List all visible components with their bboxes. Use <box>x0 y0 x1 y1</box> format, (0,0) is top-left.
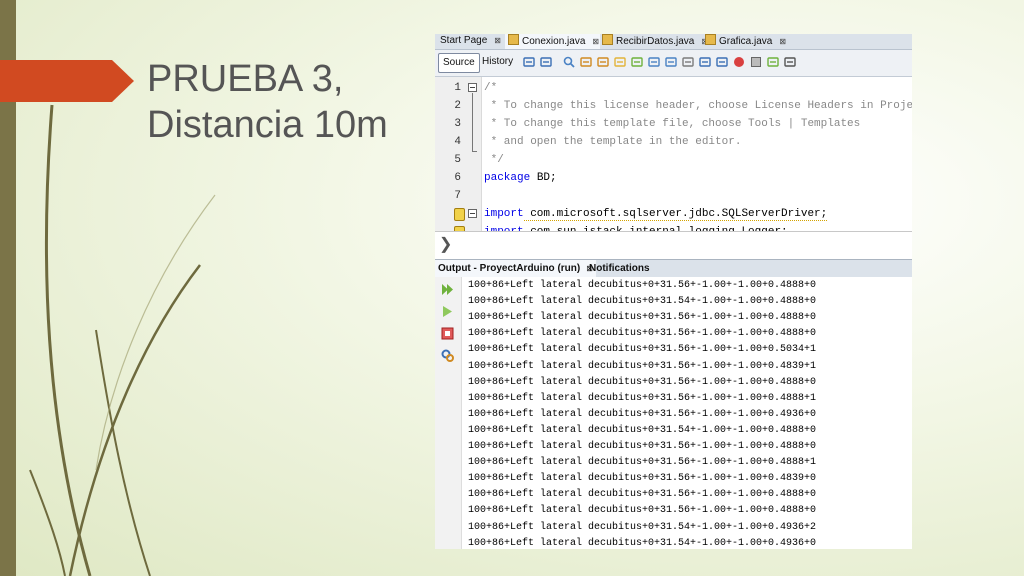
tab-notifications[interactable]: Notifications <box>586 260 653 277</box>
history-view-button[interactable]: History <box>478 53 517 71</box>
find-icon[interactable] <box>563 56 575 68</box>
settings-icon[interactable] <box>441 349 454 362</box>
back-icon[interactable] <box>523 56 535 68</box>
fold-toggle-icon[interactable] <box>468 83 477 92</box>
find-next-icon[interactable] <box>597 56 609 68</box>
tab-label: Conexion.java <box>522 36 586 47</box>
tab-conexion-java[interactable]: Conexion.java ⊠ <box>505 34 600 49</box>
code-line: 6 package BD; <box>435 169 912 187</box>
editor-toolbar: Source History <box>435 50 912 77</box>
code-line: 8import com.microsoft.sqlserver.jdbc.SQL… <box>435 205 912 223</box>
output-line: 100+86+Left lateral decubitus+0+31.54+-1… <box>468 521 817 533</box>
output-line: 100+86+Left lateral decubitus+0+31.56+-1… <box>468 360 817 372</box>
output-line: 100+86+Left lateral decubitus+0+31.56+-1… <box>468 392 817 404</box>
code-text: /* <box>484 82 498 94</box>
output-line: 100+86+Left lateral decubitus+0+31.56+-1… <box>468 312 817 324</box>
line-number: 4 <box>454 136 461 148</box>
output-line: 100+86+Left lateral decubitus+0+31.56+-1… <box>468 344 817 356</box>
code-text: */ <box>484 154 504 166</box>
comment-icon[interactable] <box>767 56 779 68</box>
find-prev-icon[interactable] <box>580 56 592 68</box>
code-text: package BD; <box>484 172 557 184</box>
java-file-icon <box>705 34 716 45</box>
output-console[interactable]: 100+86+Left lateral decubitus+0+31.56+-1… <box>462 277 912 549</box>
output-line: 100+86+Left lateral decubitus+0+31.56+-1… <box>468 328 817 340</box>
tab-grafica-java[interactable]: Grafica.java ⊠ <box>702 34 787 49</box>
code-editor[interactable]: 1 /* 2 * To change this license header, ch… <box>435 77 912 231</box>
shift-left-icon[interactable] <box>699 56 711 68</box>
java-file-icon <box>508 34 519 45</box>
chevron-right-icon[interactable]: ❯ <box>439 234 452 254</box>
navigator-strip: ❯ <box>435 231 912 260</box>
stop-icon[interactable] <box>441 327 454 340</box>
line-number: 2 <box>454 100 461 112</box>
code-line: 2 * To change this license header, choos… <box>435 97 912 115</box>
output-line: 100+86+Left lateral decubitus+0+31.56+-1… <box>468 280 817 291</box>
shift-right-icon[interactable] <box>716 56 728 68</box>
line-number: 3 <box>454 118 461 130</box>
output-line: 100+86+Left lateral decubitus+0+31.56+-1… <box>468 441 817 452</box>
code-text: * and open the template in the editor. <box>484 136 742 148</box>
tab-label: Start Page <box>440 35 488 46</box>
ide-window: Start Page ⊠ Conexion.java ⊠ RecibirDatos.… <box>435 34 912 549</box>
java-file-icon <box>602 34 613 45</box>
output-line: 100+86+Left lateral decubitus+0+31.56+-1… <box>468 489 817 501</box>
forward-icon[interactable] <box>540 56 552 68</box>
tab-close-icon[interactable]: ⊠ <box>494 36 501 45</box>
document-tab-bar: Start Page ⊠ Conexion.java ⊠ RecibirDatos.… <box>435 34 912 50</box>
warning-hint-icon[interactable] <box>454 208 465 221</box>
prev-bookmark-icon[interactable] <box>648 56 660 68</box>
output-side-toolbar <box>435 277 462 549</box>
code-line: 1 /* <box>435 79 912 97</box>
output-line: 100+86+Left lateral decubitus+0+31.54+-1… <box>468 424 817 436</box>
slide-title-line-1: PRUEBA 3, <box>147 58 344 100</box>
tab-label: Notifications <box>589 263 650 274</box>
code-text: import com.microsoft.sqlserver.jdbc.SQLS… <box>484 208 828 221</box>
output-tab-bar: Output - ProyectArduino (run) ⊠ Notificat… <box>435 259 912 278</box>
output-line: 100+86+Left lateral decubitus+0+31.54+-1… <box>468 296 817 308</box>
code-text: * To change this template file, choose T… <box>484 118 861 130</box>
code-line: 7 <box>435 187 912 205</box>
toggle-highlight-icon[interactable] <box>614 56 626 68</box>
output-line: 100+86+Left lateral decubitus+0+31.56+-1… <box>468 408 817 420</box>
line-number: 1 <box>454 82 461 94</box>
line-number: 5 <box>454 154 461 166</box>
output-line: 100+86+Left lateral decubitus+0+31.56+-1… <box>468 457 817 469</box>
rerun-with-options-icon[interactable] <box>441 305 454 318</box>
toggle-bookmark-icon[interactable] <box>682 56 694 68</box>
uncomment-icon[interactable] <box>784 56 796 68</box>
toggle-rect-icon[interactable] <box>631 56 643 68</box>
fold-toggle-icon[interactable] <box>468 209 477 218</box>
tab-label: Grafica.java <box>719 36 773 47</box>
slide-title-line-2: Distancia 10m <box>147 104 388 146</box>
tab-output-run[interactable]: Output - ProyectArduino (run) ⊠ <box>435 260 596 277</box>
stop-macro-icon[interactable] <box>750 56 762 68</box>
source-view-button[interactable]: Source <box>438 53 480 73</box>
output-line: 100+86+Left lateral decubitus+0+31.56+-1… <box>468 376 817 388</box>
tab-label: RecibirDatos.java <box>616 36 695 47</box>
code-line: 3 * To change this template file, choose… <box>435 115 912 133</box>
tab-label: Output - ProyectArduino (run) <box>438 263 581 274</box>
code-line: 9import com.sun.istack.internal.logging.… <box>435 223 912 231</box>
rerun-icon[interactable] <box>441 283 454 296</box>
output-line: 100+86+Left lateral decubitus+0+31.56+-1… <box>468 473 817 485</box>
code-text: * To change this license header, choose … <box>490 100 912 112</box>
line-number: 7 <box>454 190 461 202</box>
tab-close-icon[interactable]: ⊠ <box>779 37 786 46</box>
code-text: import com.sun.istack.internal.logging.L… <box>484 223 788 231</box>
tab-recibirdatos-java[interactable]: RecibirDatos.java⊠ <box>599 34 712 49</box>
output-line: 100+86+Left lateral decubitus+0+31.54+-1… <box>468 537 817 549</box>
line-number: 6 <box>454 172 461 184</box>
output-line: 100+86+Left lateral decubitus+0+31.56+-1… <box>468 505 817 517</box>
next-bookmark-icon[interactable] <box>665 56 677 68</box>
slide-title: PRUEBA 3, Distancia 10m <box>147 56 427 148</box>
tab-start-page[interactable]: Start Page ⊠ <box>437 34 504 49</box>
code-line: 5 */ <box>435 151 912 169</box>
start-macro-icon[interactable] <box>733 56 745 68</box>
code-line: 4 * and open the template in the editor. <box>435 133 912 151</box>
